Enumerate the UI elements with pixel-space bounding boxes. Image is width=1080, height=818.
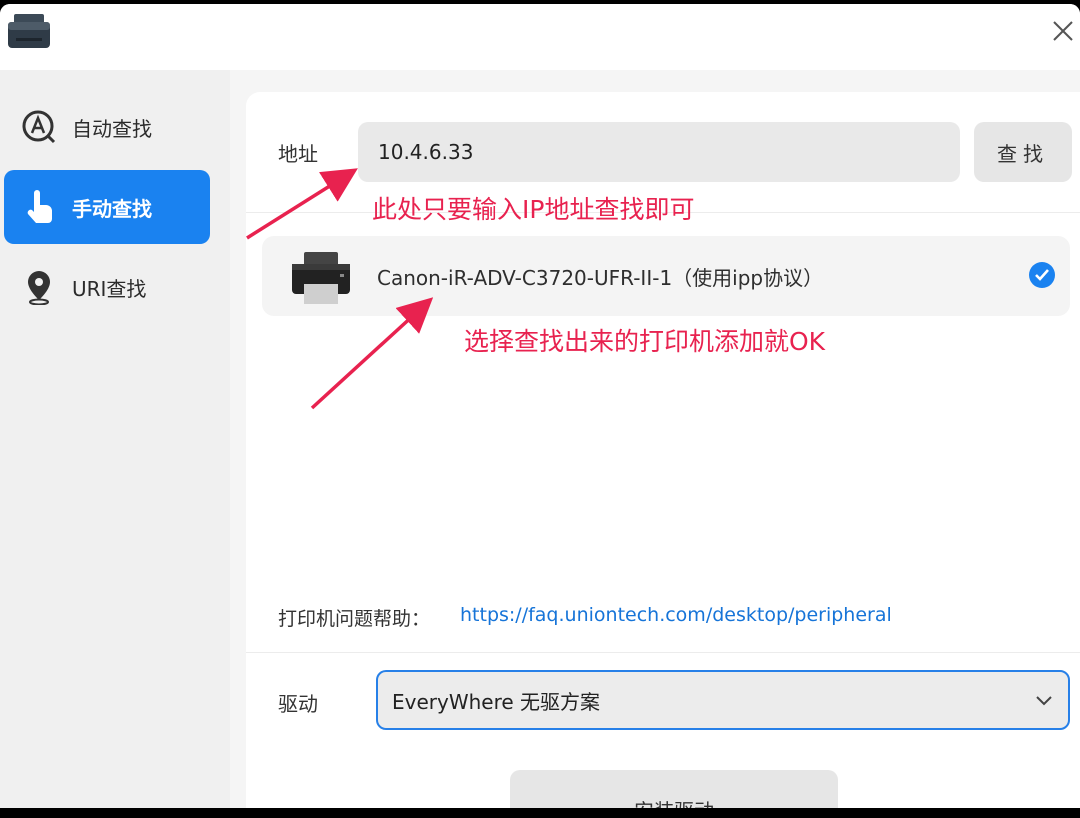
sidebar-item-uri-search[interactable]: URI查找 (4, 250, 210, 324)
install-driver-button[interactable]: 安装驱动 (510, 770, 838, 808)
address-label: 地址 (278, 142, 318, 166)
printer-name: Canon-iR-ADV-C3720-UFR-II-1（使用ipp协议） (377, 266, 824, 290)
annotation-note-ip: 此处只要输入IP地址查找即可 (372, 195, 695, 224)
sidebar-item-label: URI查找 (72, 276, 147, 301)
printer-list-item[interactable]: Canon-iR-ADV-C3720-UFR-II-1（使用ipp协议） (262, 236, 1070, 316)
sidebar-item-manual-search[interactable]: 手动查找 (4, 170, 210, 244)
annotation-note-select: 选择查找出来的打印机添加就OK (464, 327, 826, 356)
location-pin-icon (20, 268, 58, 306)
driver-label: 驱动 (278, 692, 318, 716)
driver-selected-value: EveryWhere 无驱方案 (392, 689, 601, 714)
printer-icon (292, 252, 350, 304)
check-circle-icon (1029, 262, 1055, 288)
hand-pointer-icon (20, 188, 58, 226)
bottom-edge (0, 808, 1080, 818)
main-panel: 地址 查找 Canon-iR-ADV-C3720-UFR-II-1（使用ipp协… (246, 92, 1080, 808)
close-icon[interactable] (1046, 14, 1080, 48)
driver-select[interactable]: EveryWhere 无驱方案 (376, 670, 1070, 730)
printer-app-icon (8, 14, 50, 48)
divider (246, 652, 1080, 653)
chevron-down-icon (1036, 696, 1052, 706)
help-link[interactable]: https://faq.uniontech.com/desktop/periph… (460, 604, 892, 626)
sidebar: 自动查找 手动查找 URI查找 (0, 70, 230, 808)
auto-search-icon (20, 108, 58, 146)
add-printer-window: 自动查找 手动查找 URI查找 地址 查找 (0, 4, 1080, 808)
address-input[interactable] (358, 122, 960, 182)
help-label: 打印机问题帮助： (278, 608, 431, 630)
sidebar-item-auto-search[interactable]: 自动查找 (4, 90, 210, 164)
sidebar-item-label: 手动查找 (72, 196, 152, 221)
sidebar-item-label: 自动查找 (72, 116, 152, 141)
find-button[interactable]: 查找 (974, 122, 1072, 182)
title-bar (0, 4, 1080, 70)
